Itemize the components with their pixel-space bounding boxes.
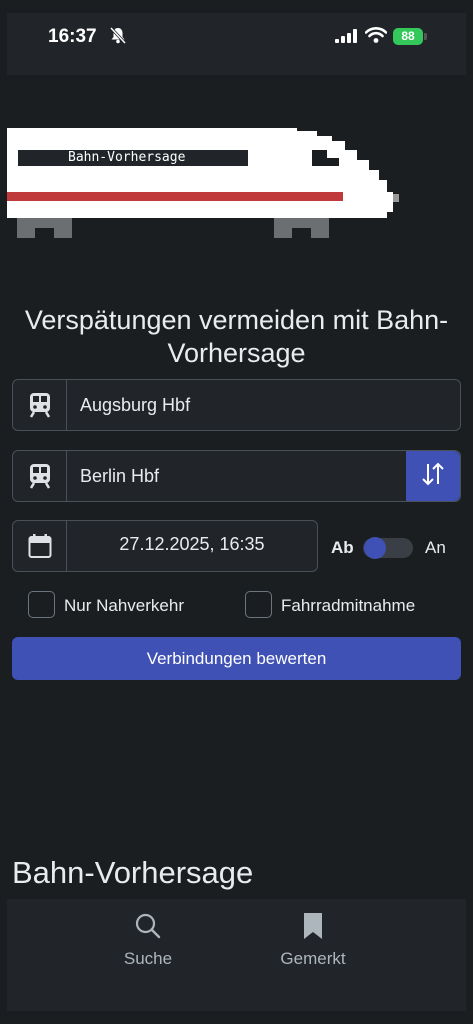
departure-arrival-toggle[interactable] bbox=[363, 537, 413, 559]
tab-suche[interactable]: Suche bbox=[113, 899, 183, 969]
headline-line-1: Verspätungen vermeiden mit Bahn- bbox=[24, 305, 449, 335]
signal-icon bbox=[335, 29, 357, 48]
footer-title: Bahn-Vorhersage bbox=[12, 855, 254, 890]
battery-indicator: 88 bbox=[393, 28, 423, 45]
datetime-value[interactable]: 27.12.2025, 16:35 bbox=[67, 521, 317, 571]
train-illustration bbox=[7, 128, 399, 238]
nahverkehr-checkbox[interactable] bbox=[28, 591, 55, 618]
tab-gemerkt[interactable]: Gemerkt bbox=[273, 899, 353, 969]
battery-cap bbox=[424, 33, 427, 40]
datetime-group[interactable]: 27.12.2025, 16:35 bbox=[12, 520, 318, 572]
nahverkehr-label: Nur Nahverkehr bbox=[64, 596, 184, 615]
train-label: Bahn-Vorhersage bbox=[18, 150, 248, 166]
swap-arrows-icon bbox=[420, 461, 446, 492]
train-icon bbox=[13, 380, 67, 430]
fahrrad-checkbox[interactable] bbox=[245, 591, 272, 618]
toggle-knob bbox=[364, 537, 386, 559]
to-station-input[interactable] bbox=[67, 451, 406, 501]
calendar-icon bbox=[13, 521, 67, 571]
tab-gemerkt-label: Gemerkt bbox=[280, 949, 346, 968]
headline-line-2: Vorhersage bbox=[167, 338, 306, 368]
bottom-tab-bar: Suche Gemerkt bbox=[7, 899, 466, 1011]
tab-suche-label: Suche bbox=[123, 949, 173, 968]
status-time: 16:37 bbox=[48, 26, 97, 47]
from-station-input[interactable] bbox=[67, 380, 460, 430]
swap-stations-button[interactable] bbox=[406, 451, 460, 501]
train-icon bbox=[13, 451, 67, 501]
search-icon bbox=[113, 912, 183, 945]
fahrrad-label: Fahrradmitnahme bbox=[281, 596, 416, 615]
wifi-icon bbox=[364, 27, 388, 48]
page-headline: Verspätungen vermeiden mit Bahn- Vorhers… bbox=[0, 304, 473, 370]
departure-label: Ab bbox=[331, 538, 354, 557]
from-station-group bbox=[12, 379, 461, 431]
bookmark-icon bbox=[273, 912, 353, 945]
bell-muted-icon bbox=[109, 26, 127, 49]
to-station-group bbox=[12, 450, 461, 502]
evaluate-connections-button[interactable]: Verbindungen bewerten bbox=[12, 637, 461, 680]
arrival-label: An bbox=[425, 538, 446, 557]
